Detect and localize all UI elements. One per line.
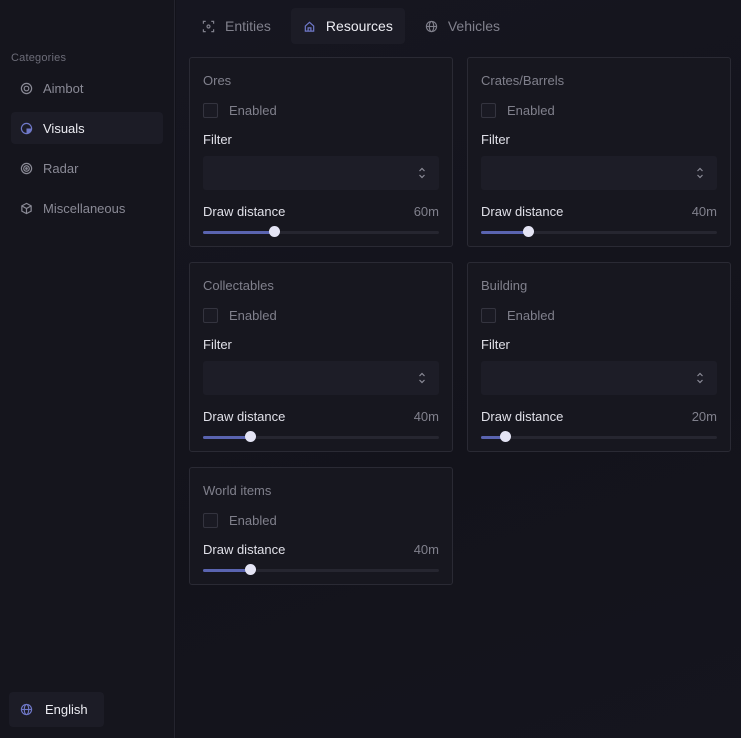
- sidebar-item-radar[interactable]: Radar: [11, 152, 163, 184]
- collectables-filter-select[interactable]: [203, 361, 439, 395]
- home-icon: [304, 21, 315, 32]
- sidebar-item-label: Aimbot: [43, 80, 84, 96]
- slider-thumb[interactable]: [523, 226, 535, 237]
- crates-filter-select[interactable]: [481, 156, 717, 190]
- slider-thumb[interactable]: [499, 431, 511, 442]
- language-label: English: [45, 702, 88, 717]
- draw-distance-value: 40m: [413, 542, 439, 557]
- slider-thumb[interactable]: [245, 564, 257, 575]
- scan-icon: [202, 20, 215, 32]
- world-items-distance-slider[interactable]: [203, 564, 439, 576]
- card-title: Ores: [203, 73, 232, 88]
- main-panel: Entities Resources Vehicles Ores Enabled…: [176, 0, 741, 738]
- language-button[interactable]: English: [9, 692, 104, 727]
- tab-label: Vehicles: [447, 18, 500, 34]
- checkbox-label: Enabled: [507, 103, 555, 118]
- building-enabled-checkbox[interactable]: Enabled: [481, 308, 555, 323]
- checkbox-box[interactable]: [203, 513, 218, 528]
- cube-icon: [21, 202, 32, 214]
- collectables-distance-slider[interactable]: [203, 431, 439, 443]
- tab-entities[interactable]: Entities: [190, 8, 283, 44]
- building-card: Building Enabled Filter Draw distance 20…: [467, 262, 731, 452]
- card-title: Crates/Barrels: [481, 73, 565, 88]
- draw-distance-label: Draw distance: [203, 542, 286, 557]
- sidebar-item-label: Miscellaneous: [43, 200, 126, 216]
- card-title: World items: [203, 483, 272, 498]
- crates-card: Crates/Barrels Enabled Filter Draw dista…: [467, 57, 731, 247]
- tab-vehicles[interactable]: Vehicles: [413, 8, 512, 44]
- slider-fill: [203, 231, 274, 234]
- sidebar: Categories Aimbot Visuals Radar Miscella…: [0, 0, 175, 738]
- checkbox-label: Enabled: [229, 103, 277, 118]
- ores-enabled-checkbox[interactable]: Enabled: [203, 103, 277, 118]
- target-icon: [20, 82, 33, 94]
- checkbox-label: Enabled: [229, 308, 277, 323]
- draw-distance-row: Draw distance 40m: [203, 542, 439, 557]
- ores-filter-select[interactable]: [203, 156, 439, 190]
- tab-bar: Entities Resources Vehicles: [190, 8, 512, 44]
- ores-distance-slider[interactable]: [203, 226, 439, 238]
- crates-distance-slider[interactable]: [481, 226, 717, 238]
- chevron-updown-icon: [697, 167, 703, 179]
- checkbox-label: Enabled: [507, 308, 555, 323]
- slider-fill: [481, 231, 529, 234]
- draw-distance-row: Draw distance 60m: [203, 204, 439, 219]
- draw-distance-label: Draw distance: [481, 409, 564, 424]
- slider-thumb[interactable]: [268, 226, 280, 237]
- radar-icon: [20, 162, 33, 174]
- filter-label: Filter: [481, 132, 510, 147]
- checkbox-box[interactable]: [481, 308, 496, 323]
- sidebar-item-visuals[interactable]: Visuals: [11, 112, 163, 144]
- building-distance-slider[interactable]: [481, 431, 717, 443]
- ores-card: Ores Enabled Filter Draw distance 60m: [189, 57, 453, 247]
- draw-distance-row: Draw distance 40m: [481, 204, 717, 219]
- sidebar-item-label: Radar: [43, 160, 79, 176]
- card-title: Building: [481, 278, 528, 293]
- world-items-enabled-checkbox[interactable]: Enabled: [203, 513, 277, 528]
- slider-thumb[interactable]: [245, 431, 257, 442]
- sidebar-item-aimbot[interactable]: Aimbot: [11, 72, 163, 104]
- checkbox-box[interactable]: [203, 103, 218, 118]
- building-filter-select[interactable]: [481, 361, 717, 395]
- draw-distance-label: Draw distance: [203, 409, 286, 424]
- draw-distance-label: Draw distance: [481, 204, 564, 219]
- collectables-enabled-checkbox[interactable]: Enabled: [203, 308, 277, 323]
- sidebar-item-label: Visuals: [43, 120, 85, 136]
- draw-distance-value: 60m: [413, 204, 439, 219]
- eye-icon: [20, 122, 33, 134]
- draw-distance-row: Draw distance 20m: [481, 409, 717, 424]
- tab-label: Entities: [225, 18, 271, 34]
- slider-track: [481, 436, 717, 439]
- slider-fill: [203, 569, 251, 572]
- filter-label: Filter: [203, 132, 232, 147]
- card-title: Collectables: [203, 278, 274, 293]
- draw-distance-label: Draw distance: [203, 204, 286, 219]
- categories-heading: Categories: [11, 52, 67, 64]
- draw-distance-value: 40m: [413, 409, 439, 424]
- filter-label: Filter: [481, 337, 510, 352]
- crates-enabled-checkbox[interactable]: Enabled: [481, 103, 555, 118]
- chevron-updown-icon: [697, 372, 703, 384]
- tab-resources[interactable]: Resources: [290, 8, 405, 44]
- chevron-updown-icon: [419, 372, 425, 384]
- checkbox-label: Enabled: [229, 513, 277, 528]
- draw-distance-value: 20m: [691, 409, 717, 424]
- filter-label: Filter: [203, 337, 232, 352]
- world-items-card: World items Enabled Draw distance 40m: [189, 467, 453, 585]
- collectables-card: Collectables Enabled Filter Draw distanc…: [189, 262, 453, 452]
- slider-fill: [203, 436, 251, 439]
- draw-distance-value: 40m: [691, 204, 717, 219]
- chevron-updown-icon: [419, 167, 425, 179]
- globe-icon: [425, 20, 438, 32]
- tab-label: Resources: [325, 18, 393, 34]
- draw-distance-row: Draw distance 40m: [203, 409, 439, 424]
- sidebar-item-miscellaneous[interactable]: Miscellaneous: [11, 192, 163, 224]
- globe-icon: [20, 703, 33, 716]
- checkbox-box[interactable]: [481, 103, 496, 118]
- checkbox-box[interactable]: [203, 308, 218, 323]
